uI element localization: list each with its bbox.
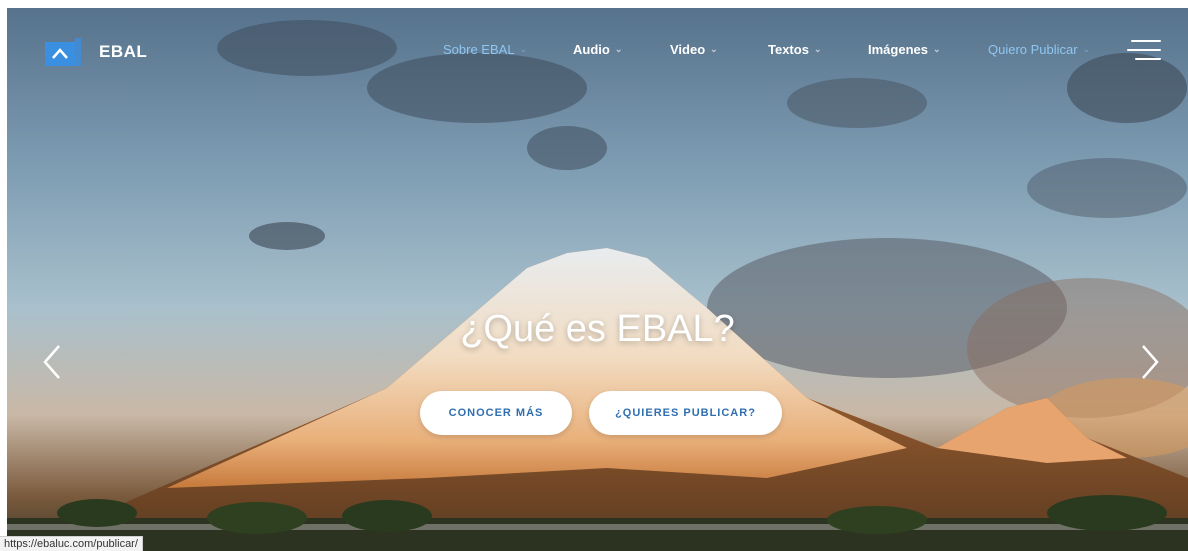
nav-item-textos[interactable]: Textos ⌄: [768, 42, 821, 57]
nav-item-audio[interactable]: Audio ⌄: [573, 42, 622, 57]
nav-item-label: Quiero Publicar: [988, 42, 1078, 57]
site-header: EBAL Sobre EBAL ⌄ Audio ⌄ Video ⌄ Textos ⌄ I…: [7, 8, 1188, 88]
chevron-down-icon: ⌄: [710, 44, 718, 54]
chevron-down-icon: ⌄: [614, 44, 623, 54]
quieres-publicar-button[interactable]: ¿QUIERES PUBLICAR?: [589, 391, 782, 435]
site-logo[interactable]: EBAL: [45, 38, 147, 66]
chevron-down-icon: ⌄: [813, 44, 822, 54]
chevron-right-icon[interactable]: [1139, 342, 1161, 382]
nav-item-sobre-ebal[interactable]: Sobre EBAL ⌄: [443, 42, 527, 57]
hero-slider: EBAL Sobre EBAL ⌄ Audio ⌄ Video ⌄ Textos ⌄ I…: [7, 8, 1188, 551]
chevron-down-icon: ⌄: [1082, 44, 1091, 54]
chevron-left-icon[interactable]: [41, 342, 63, 382]
brand-name: EBAL: [99, 42, 148, 61]
chevron-down-icon: ⌄: [932, 44, 941, 54]
chevron-down-icon: ⌄: [519, 44, 528, 54]
logo-icon: [45, 38, 83, 66]
hero-title: ¿Qué es EBAL?: [460, 308, 735, 350]
nav-item-label: Video: [670, 42, 706, 57]
nav-item-imagenes[interactable]: Imágenes ⌄: [868, 42, 941, 57]
nav-item-quiero-publicar[interactable]: Quiero Publicar ⌄: [988, 42, 1090, 57]
nav-item-label: Sobre EBAL: [443, 42, 515, 57]
status-bar-url: https://ebaluc.com/publicar/: [0, 536, 143, 551]
hamburger-menu-icon[interactable]: [1127, 40, 1161, 60]
hero-background-image: [7, 20, 1188, 551]
nav-item-video[interactable]: Video ⌄: [670, 42, 718, 57]
conocer-mas-button[interactable]: CONOCER MÁS: [420, 391, 572, 435]
nav-item-label: Imágenes: [868, 42, 928, 57]
nav-item-label: Textos: [768, 42, 809, 57]
nav-item-label: Audio: [573, 42, 610, 57]
